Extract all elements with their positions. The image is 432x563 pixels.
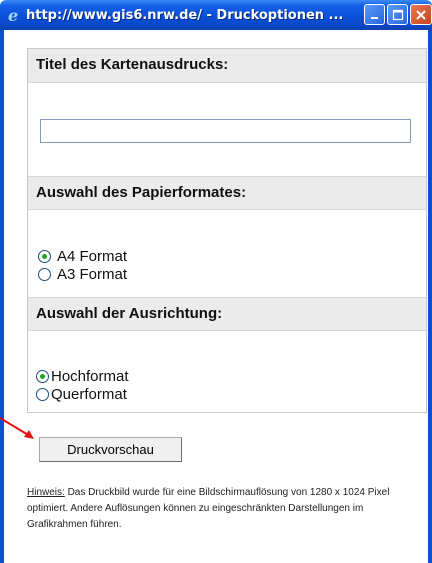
orientation-option-portrait[interactable]: Hochformat: [36, 368, 129, 385]
orientation-section-heading: Auswahl der Ausrichtung:: [28, 297, 426, 331]
paper-option-a4[interactable]: A4 Format: [38, 248, 127, 265]
paper-option-a3[interactable]: A3 Format: [38, 266, 127, 283]
print-title-input[interactable]: [40, 119, 411, 143]
hint-text: Das Druckbild wurde für eine Bildschirma…: [27, 487, 390, 530]
minimize-icon: [370, 16, 378, 19]
resolution-hint: Hinweis: Das Druckbild wurde für eine Bi…: [27, 485, 422, 533]
print-options-panel: Titel des Kartenausdrucks: Auswahl des P…: [27, 48, 427, 413]
window-title: http://www.gis6.nrw.de/ - Druckoptionen …: [26, 7, 344, 23]
radio-landscape[interactable]: [36, 388, 49, 401]
orientation-option-landscape[interactable]: Querformat: [36, 386, 127, 403]
print-preview-button[interactable]: Druckvorschau: [39, 437, 182, 462]
internet-explorer-icon: e: [5, 6, 23, 24]
radio-a4[interactable]: [38, 250, 51, 263]
close-icon: [416, 9, 426, 20]
title-section-heading: Titel des Kartenausdrucks:: [28, 49, 426, 83]
close-button[interactable]: [410, 4, 432, 25]
window-frame-left: [0, 30, 4, 563]
paper-option-a4-label: A4 Format: [57, 248, 128, 265]
radio-a3[interactable]: [38, 268, 51, 281]
pointer-arrow-icon: [0, 417, 34, 439]
window-frame-right: [428, 30, 432, 563]
window-titlebar[interactable]: e http://www.gis6.nrw.de/ - Druckoptione…: [0, 0, 432, 30]
maximize-button[interactable]: [387, 4, 408, 25]
orientation-option-landscape-label: Querformat: [51, 386, 127, 403]
paper-option-a3-label: A3 Format: [57, 266, 128, 283]
minimize-button[interactable]: [364, 4, 385, 25]
hint-label: Hinweis:: [27, 487, 65, 498]
paper-section-heading: Auswahl des Papierformates:: [28, 176, 426, 210]
orientation-option-portrait-label: Hochformat: [51, 368, 129, 385]
radio-portrait[interactable]: [36, 370, 49, 383]
maximize-icon: [392, 9, 403, 20]
svg-text:e: e: [8, 7, 18, 23]
